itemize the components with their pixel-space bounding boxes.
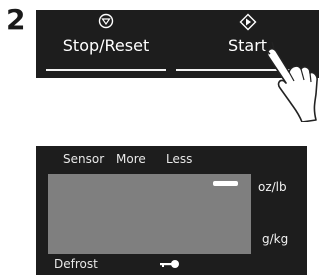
mode-more: More xyxy=(116,152,146,166)
stop-reset-label: Stop/Reset xyxy=(62,36,150,55)
mode-less: Less xyxy=(166,152,193,166)
pointing-hand-icon xyxy=(263,41,318,122)
key-icon xyxy=(160,260,179,268)
step-number: 2 xyxy=(6,3,26,36)
unit-g-kg: g/kg xyxy=(262,232,289,246)
start-icon xyxy=(176,13,319,31)
display-indicator xyxy=(213,181,238,186)
display-panel: Sensor More Less xyxy=(36,146,307,275)
stop-reset-button[interactable]: Stop/Reset xyxy=(36,10,176,78)
defrost-label: Defrost xyxy=(54,257,98,271)
mode-sensor: Sensor xyxy=(63,152,105,166)
stop-reset-underline xyxy=(46,69,166,71)
stop-icon xyxy=(36,13,176,31)
lcd-screen xyxy=(48,174,251,254)
unit-oz-lb: oz/lb xyxy=(258,180,287,194)
